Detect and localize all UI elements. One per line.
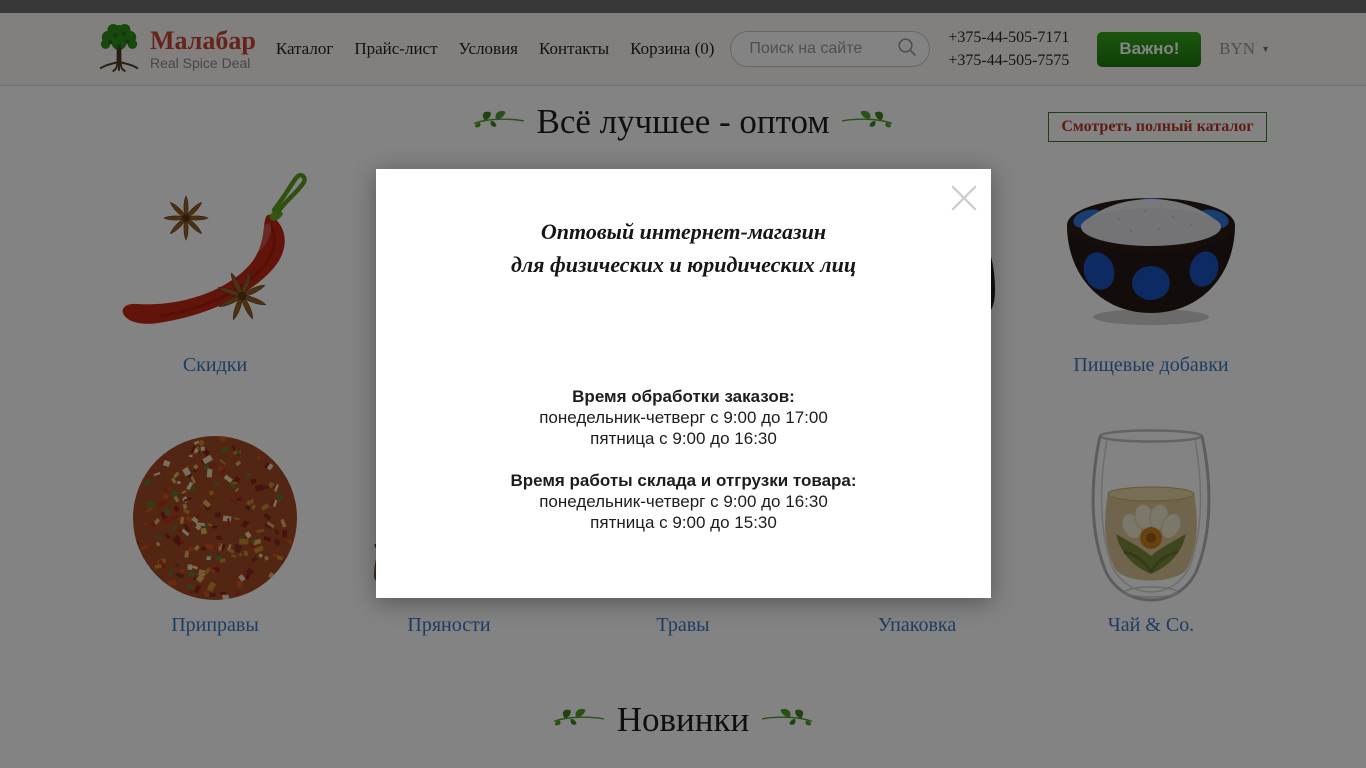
- close-icon[interactable]: [950, 184, 978, 212]
- order-processing-line-2: пятница с 9:00 до 16:30: [590, 429, 777, 448]
- warehouse-hours-title: Время работы склада и отгрузки товара:: [510, 471, 857, 490]
- warehouse-hours-line-2: пятница с 9:00 до 15:30: [590, 513, 777, 532]
- modal-title-line-2: для физических и юридических лиц: [510, 252, 857, 277]
- order-processing-title: Время обработки заказов:: [572, 387, 795, 406]
- order-processing-line-1: понедельник-четверг с 9:00 до 17:00: [539, 408, 828, 427]
- modal-body: Время обработки заказов: понедельник-чет…: [376, 386, 991, 533]
- info-modal: Оптовый интернет-магазин для физических …: [376, 169, 991, 598]
- order-processing-hours: Время обработки заказов: понедельник-чет…: [376, 386, 991, 449]
- warehouse-hours-line-1: понедельник-четверг с 9:00 до 16:30: [539, 492, 828, 511]
- modal-title: Оптовый интернет-магазин для физических …: [376, 169, 991, 281]
- warehouse-hours: Время работы склада и отгрузки товара: п…: [376, 470, 991, 533]
- modal-title-line-1: Оптовый интернет-магазин: [540, 219, 827, 244]
- page: Малабар Real Spice Deal Каталог Прайс-ли…: [0, 0, 1366, 768]
